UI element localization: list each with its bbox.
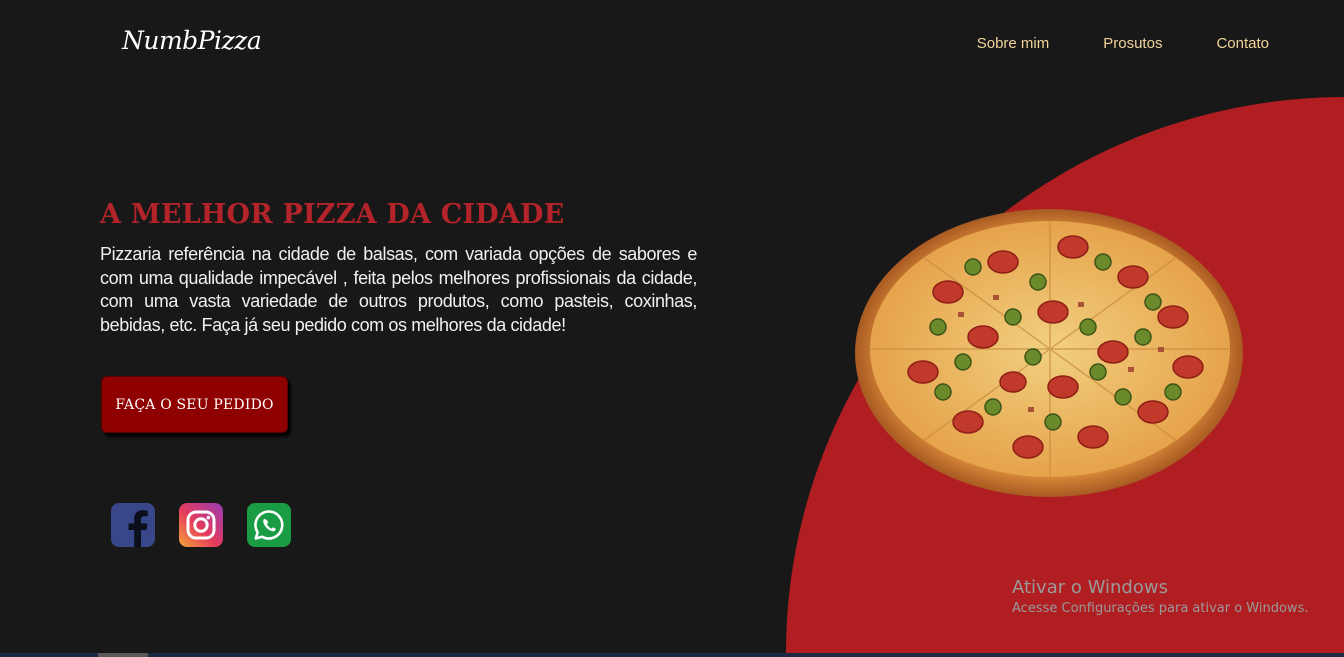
hero-description: Pizzaria referência na cidade de balsas,… bbox=[100, 244, 697, 335]
whatsapp-link[interactable] bbox=[247, 503, 291, 547]
hero-title: A MELHOR PIZZA DA CIDADE bbox=[100, 199, 565, 230]
facebook-icon bbox=[128, 510, 148, 547]
main-nav: Sobre mim Prosutos Contato bbox=[977, 35, 1269, 52]
instagram-icon bbox=[186, 510, 216, 540]
whatsapp-icon bbox=[254, 510, 284, 540]
site-logo[interactable]: NumbPizza bbox=[122, 26, 262, 55]
bottom-border bbox=[0, 653, 1344, 657]
watermark-title: Ativar o Windows bbox=[1012, 577, 1168, 598]
facebook-link[interactable] bbox=[111, 503, 155, 547]
instagram-link[interactable] bbox=[179, 503, 223, 547]
bottom-border-segment bbox=[98, 653, 148, 657]
pizza-image bbox=[853, 207, 1245, 499]
watermark-subtitle: Acesse Configurações para ativar o Windo… bbox=[1012, 601, 1309, 616]
nav-link-contato[interactable]: Contato bbox=[1216, 35, 1269, 52]
nav-link-sobre-mim[interactable]: Sobre mim bbox=[977, 35, 1050, 52]
order-button[interactable]: FAÇA O SEU PEDIDO bbox=[101, 376, 288, 433]
nav-link-produtos[interactable]: Prosutos bbox=[1103, 35, 1162, 52]
windows-activation-watermark: Ativar o Windows Acesse Configurações pa… bbox=[1012, 577, 1308, 616]
social-links bbox=[111, 503, 291, 547]
